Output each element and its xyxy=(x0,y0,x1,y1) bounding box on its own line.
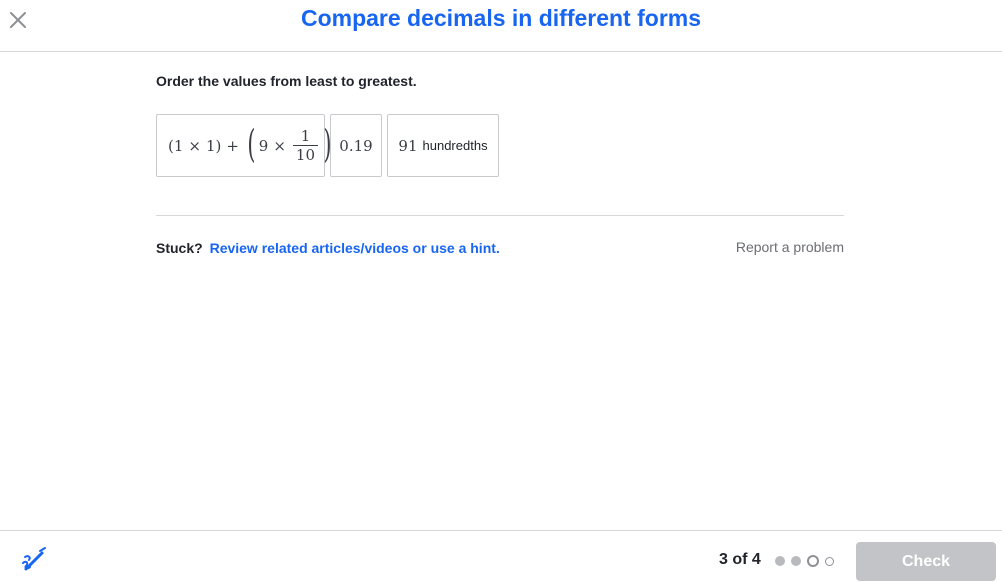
progress-dot-complete xyxy=(791,556,801,566)
progress-dot-complete xyxy=(775,556,785,566)
check-button[interactable]: Check xyxy=(856,542,996,581)
exercise-title: Compare decimals in different forms xyxy=(300,5,702,31)
sortable-card-hundredths[interactable]: 91 hundredths xyxy=(387,114,499,177)
question-prompt: Order the values from least to greatest. xyxy=(156,73,417,89)
progress-dot-current xyxy=(807,555,819,567)
stuck-help: Stuck? Review related articles/videos or… xyxy=(156,240,500,256)
pencil-icon[interactable] xyxy=(20,545,48,573)
exercise-footer: 3 of 4 Check xyxy=(0,530,1002,582)
progress-dots xyxy=(775,555,834,567)
sortable-card-decimal[interactable]: 0.19 xyxy=(330,114,382,177)
decimal-value: 0.19 xyxy=(339,136,373,155)
progress-counter: 3 of 4 xyxy=(719,551,761,568)
stuck-label: Stuck? xyxy=(156,240,203,256)
fraction-one-tenth: 1 10 xyxy=(292,127,319,164)
progress-dot-upcoming xyxy=(825,556,834,566)
sortable-card-expanded-form[interactable]: ( 1 × 1 ) + ( 9 × 1 10 ) xyxy=(156,114,332,177)
content-divider xyxy=(156,215,844,216)
sortable-cards: ( 1 × 1 ) + ( 9 × 1 10 ) 0.19 91 hundred… xyxy=(156,114,499,177)
hundredths-number: 91 xyxy=(398,136,418,155)
report-problem-link[interactable]: Report a problem xyxy=(736,239,844,255)
exercise-header: Compare decimals in different forms xyxy=(0,0,1002,52)
hint-link[interactable]: Review related articles/videos or use a … xyxy=(210,240,500,256)
hundredths-unit: hundredths xyxy=(422,138,488,153)
expanded-form-expression: ( 1 × 1 ) + ( 9 × 1 10 ) xyxy=(168,121,332,166)
